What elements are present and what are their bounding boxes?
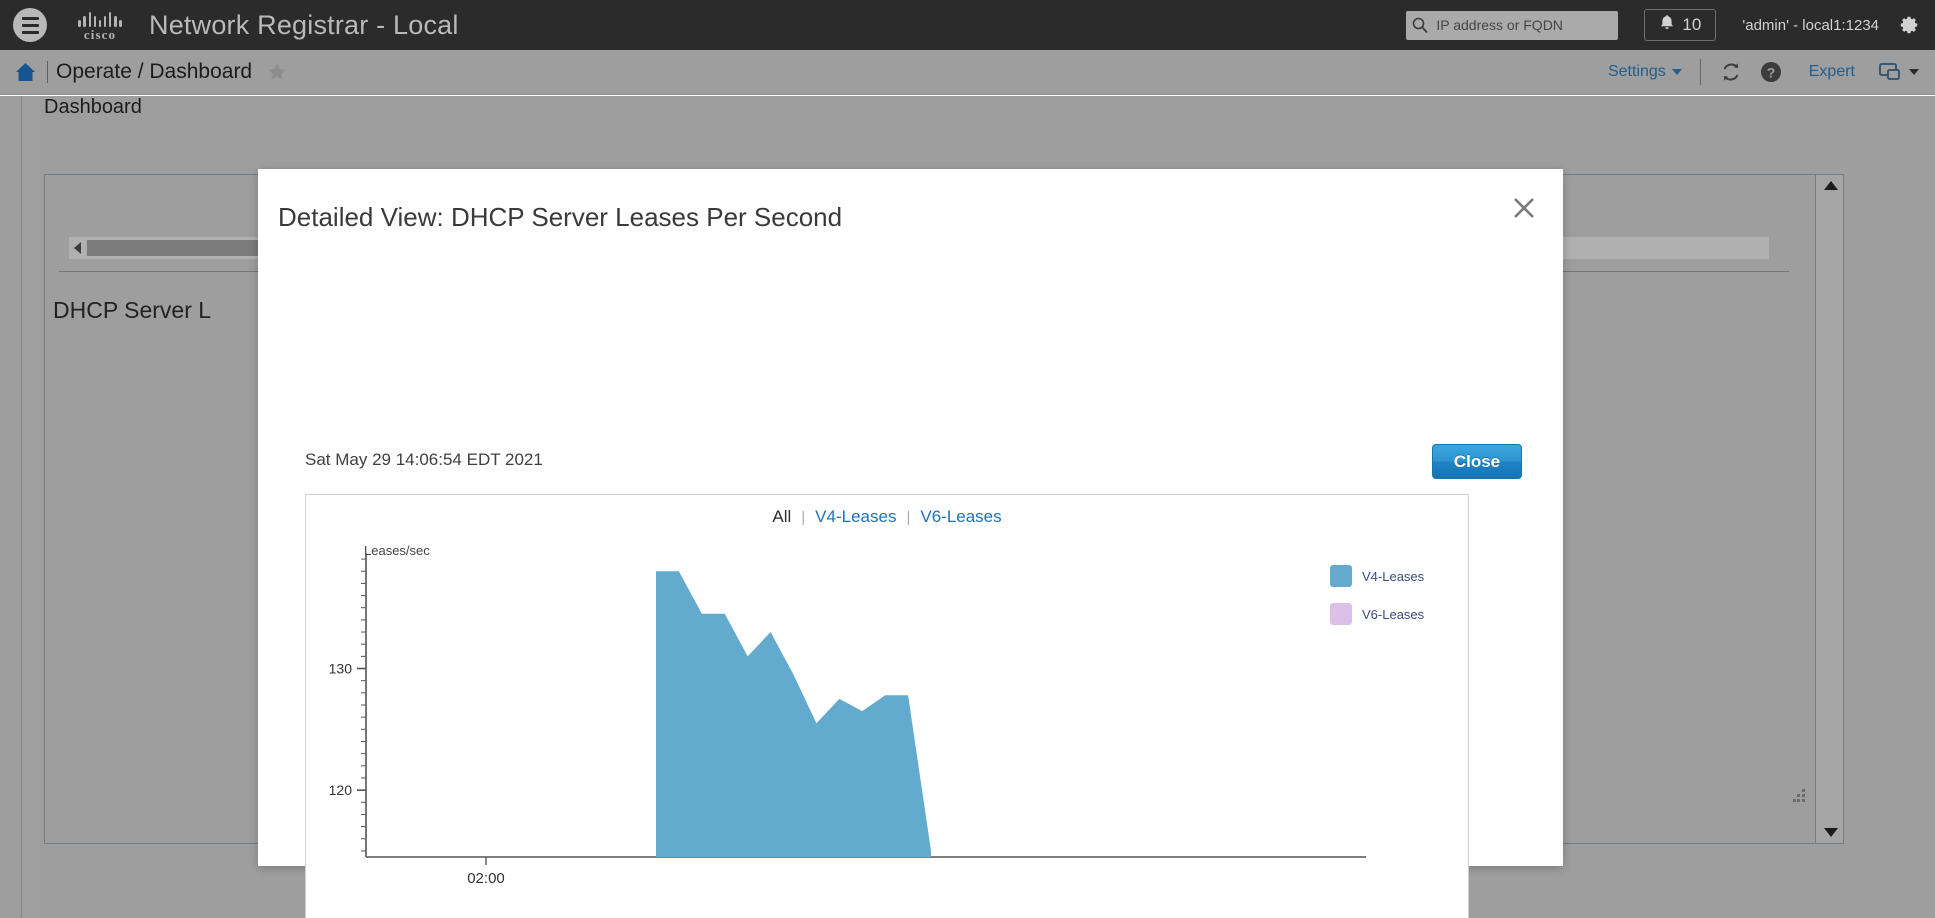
help-icon[interactable]: ? xyxy=(1759,60,1783,84)
series-tab-v6-leases[interactable]: V6-Leases xyxy=(910,507,1011,527)
search-box[interactable] xyxy=(1406,10,1619,40)
modal-title: Detailed View: DHCP Server Leases Per Se… xyxy=(278,202,843,232)
application-root: cisco Network Registrar - Local IP addre… xyxy=(0,0,1935,918)
top-header-right-group: 10 'admin' - local1:1234 xyxy=(1406,9,1935,41)
cisco-logo: cisco xyxy=(69,9,131,41)
close-icon[interactable] xyxy=(1507,191,1541,225)
area-series-v4-leases xyxy=(656,571,931,857)
arrow-left-icon[interactable] xyxy=(74,242,81,254)
legend-swatch-v4 xyxy=(1330,565,1352,587)
app-title: Network Registrar - Local xyxy=(149,9,459,40)
gear-icon[interactable] xyxy=(1897,13,1921,37)
page-title: Dashboard xyxy=(44,96,142,118)
svg-text:?: ? xyxy=(1766,65,1775,81)
cisco-bars-icon xyxy=(78,12,122,27)
resize-grip-icon[interactable] xyxy=(1793,789,1807,803)
series-tab-all[interactable]: All xyxy=(762,507,801,527)
widget-title: DHCP Server L xyxy=(53,297,212,323)
chevron-down-icon xyxy=(1671,69,1682,75)
home-icon[interactable] xyxy=(14,61,37,83)
y-axis-tick-label: 130 xyxy=(329,661,353,677)
legend-label-v4: V4-Leases xyxy=(1362,568,1425,584)
x-axis-tick-label: 02:00 xyxy=(467,870,505,887)
alarm-count-button[interactable]: 10 xyxy=(1644,9,1717,41)
user-menu-label[interactable]: 'admin' - local1:1234 xyxy=(1742,17,1879,34)
expert-mode-link[interactable]: Expert xyxy=(1809,63,1855,81)
chevron-down-icon xyxy=(1909,69,1919,75)
left-rail-inner xyxy=(22,96,40,918)
actions-divider xyxy=(1699,59,1701,85)
top-header-bar: cisco Network Registrar - Local IP addre… xyxy=(0,0,1935,50)
left-rail xyxy=(0,96,22,918)
legend-item-v4-leases[interactable]: V4-Leases xyxy=(1330,565,1450,587)
settings-label: Settings xyxy=(1607,63,1666,80)
panel-vertical-scrollbar[interactable] xyxy=(1815,175,1843,843)
settings-menu[interactable]: Settings xyxy=(1608,63,1682,81)
legend-item-v6-leases[interactable]: V6-Leases xyxy=(1330,603,1450,625)
alarm-count-label: 10 xyxy=(1682,15,1702,34)
star-icon[interactable] xyxy=(266,61,288,83)
breadcrumb-actions: Settings ? Expert xyxy=(1608,59,1935,85)
legend-swatch-v6 xyxy=(1330,603,1352,625)
breadcrumb-bar: Operate / Dashboard Settings ? Expert xyxy=(0,50,1935,95)
refresh-icon[interactable] xyxy=(1719,60,1743,84)
arrow-up-icon[interactable] xyxy=(1824,181,1838,190)
search-input[interactable] xyxy=(1434,16,1603,34)
arrow-down-icon[interactable] xyxy=(1824,828,1838,837)
bell-icon xyxy=(1659,14,1675,36)
close-button[interactable]: Close xyxy=(1432,444,1522,479)
cisco-wordmark: cisco xyxy=(83,27,117,42)
y-axis-tick-label: 120 xyxy=(329,782,353,798)
chart-card: All | V4-Leases | V6-Leases Leases/sec 1… xyxy=(305,494,1469,918)
area-chart-plot: 120 130 02:00 xyxy=(329,553,1366,887)
monitor-icon[interactable] xyxy=(1879,62,1919,82)
breadcrumb-divider xyxy=(47,61,48,83)
breadcrumb: Operate / Dashboard xyxy=(56,60,253,83)
series-tab-v4-leases[interactable]: V4-Leases xyxy=(805,507,906,527)
series-tab-list: All | V4-Leases | V6-Leases xyxy=(306,507,1468,527)
hamburger-menu-icon[interactable] xyxy=(13,8,47,42)
legend-label-v6: V6-Leases xyxy=(1362,606,1425,622)
search-icon xyxy=(1406,16,1434,34)
chart-legend: V4-Leases V6-Leases xyxy=(1330,565,1450,641)
modal-timestamp: Sat May 29 14:06:54 EDT 2021 xyxy=(305,450,543,469)
detailed-view-modal: Detailed View: DHCP Server Leases Per Se… xyxy=(258,169,1563,918)
